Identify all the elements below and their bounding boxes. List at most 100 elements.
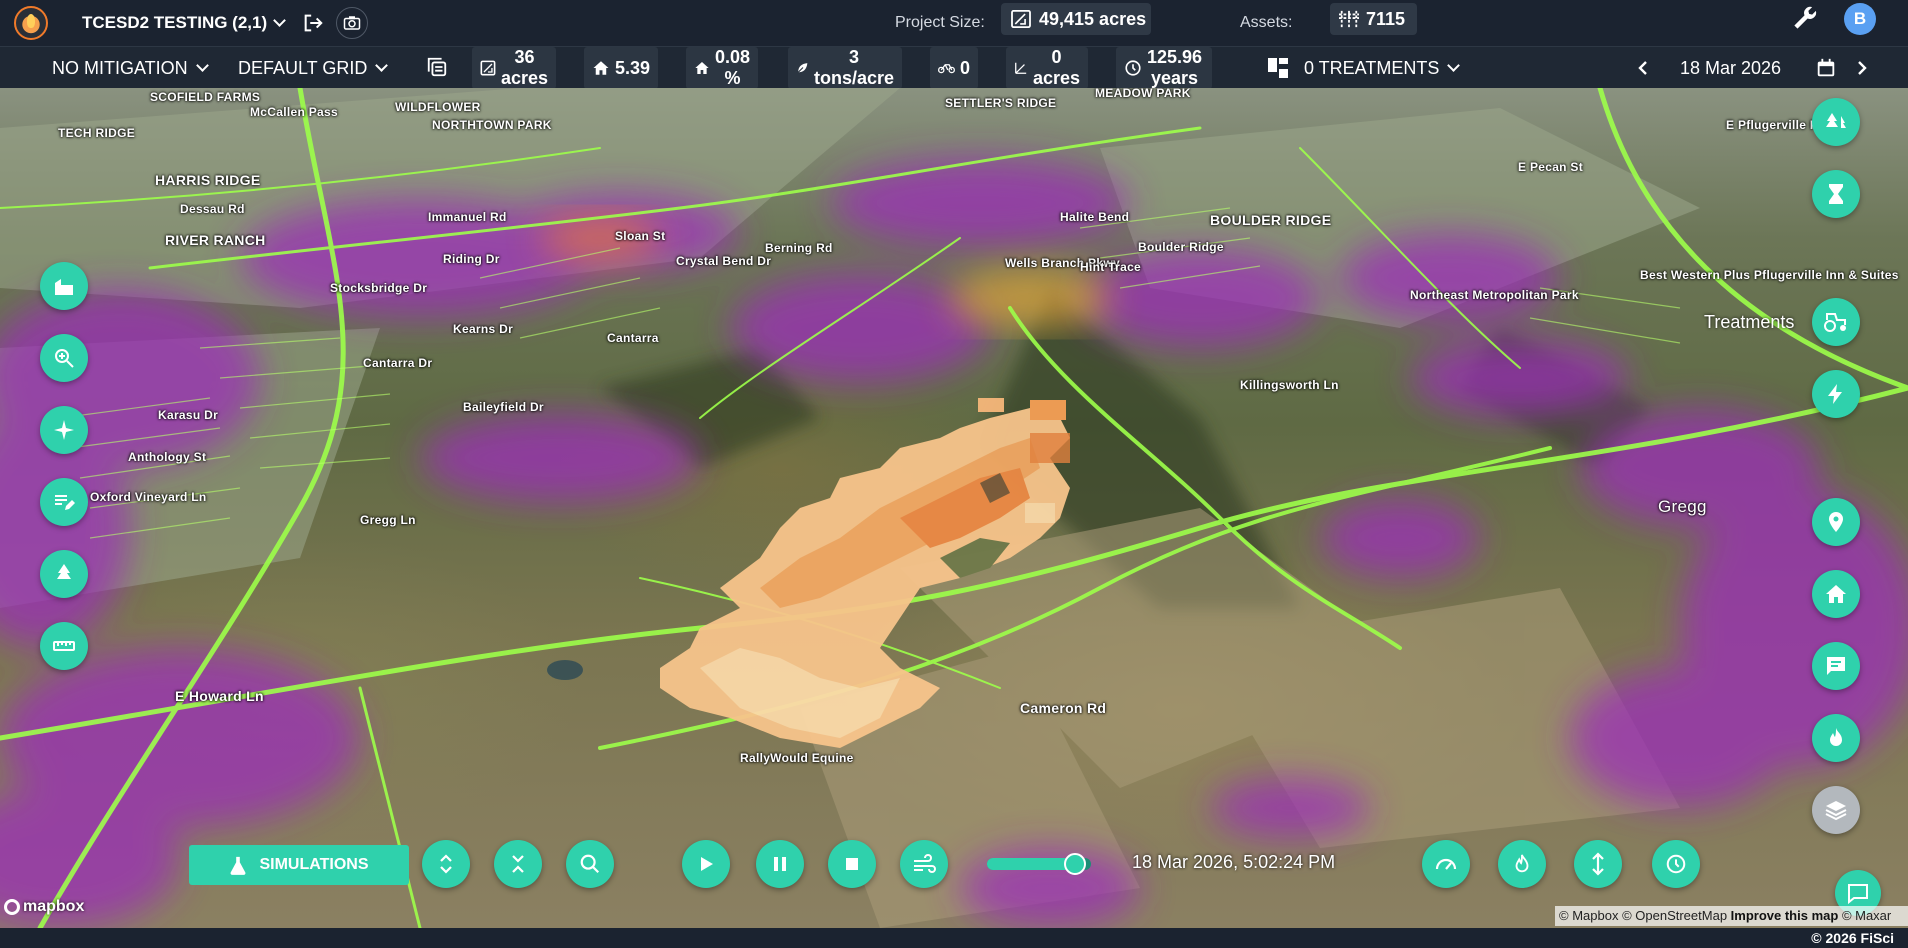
wrench-icon[interactable] xyxy=(1790,3,1822,35)
map-label: Gregg xyxy=(1658,497,1707,516)
map-label: MEADOW PARK xyxy=(1095,88,1191,100)
fisci-logo-icon[interactable] xyxy=(14,6,48,40)
mapbox-logo[interactable]: mapbox xyxy=(4,898,84,916)
tractor-icon xyxy=(1824,313,1846,332)
map-overlay xyxy=(0,88,1908,928)
history-button[interactable] xyxy=(1652,840,1700,888)
chevron-down-icon xyxy=(1447,59,1461,72)
map-label: Immanuel Rd xyxy=(428,210,507,224)
chevron-right-icon[interactable] xyxy=(1855,61,1869,75)
fuel-edit-button[interactable] xyxy=(40,550,88,598)
play-icon xyxy=(701,857,713,871)
mapbox-logo-icon xyxy=(4,899,20,915)
comments-button[interactable] xyxy=(1812,642,1860,690)
project-selector[interactable]: TCESD2 TESTING (2,1) xyxy=(82,8,287,38)
grid-dropdown[interactable]: DEFAULT GRID xyxy=(238,47,389,89)
map-label: Anthology St xyxy=(128,450,207,464)
pause-icon xyxy=(774,857,786,871)
zoom-area-button[interactable] xyxy=(40,334,88,382)
stat-slope-unit: acres xyxy=(1032,68,1080,88)
fuel-layer-button[interactable] xyxy=(1812,98,1860,146)
map-label: Berning Rd xyxy=(765,241,833,255)
area-icon xyxy=(1011,10,1031,28)
attribution-maxar[interactable]: © Maxar xyxy=(1842,908,1891,923)
collapse-button[interactable] xyxy=(494,840,542,888)
edit-list-icon xyxy=(55,495,75,510)
map-label: RallyWould Equine xyxy=(740,751,854,765)
user-avatar[interactable]: B xyxy=(1844,3,1876,35)
map-label: Hint Trace xyxy=(1080,260,1142,274)
project-name: TCESD2 TESTING (2,1) xyxy=(82,13,268,32)
map-label: Kearns Dr xyxy=(453,322,514,336)
map-pin-icon xyxy=(1829,512,1843,532)
map-label: Karasu Dr xyxy=(158,408,219,422)
map-canvas[interactable]: SCOFIELD FARMS TECH RIDGE McCallen Pass … xyxy=(0,88,1908,928)
chevron-left-icon[interactable] xyxy=(1636,61,1650,75)
simulations-button[interactable]: SIMULATIONS xyxy=(189,845,409,885)
map-label: E Howard Ln xyxy=(175,688,264,704)
structures-button[interactable] xyxy=(40,262,88,310)
playback-slider[interactable] xyxy=(987,853,1091,875)
assets-label: Assets: xyxy=(1240,14,1293,31)
fire-button[interactable] xyxy=(1812,714,1860,762)
wind-button[interactable] xyxy=(900,840,948,888)
attribution-osm[interactable]: © OpenStreetMap xyxy=(1622,908,1727,923)
home-button[interactable] xyxy=(1812,570,1860,618)
map-label: Baileyfield Dr xyxy=(463,400,544,414)
map-label: Gregg Ln xyxy=(360,513,416,527)
map-label: Stocksbridge Dr xyxy=(330,281,428,295)
mitigation-dropdown[interactable]: NO MITIGATION xyxy=(52,47,209,89)
fire-icon xyxy=(1515,854,1529,873)
fire-intensity-button[interactable] xyxy=(1498,840,1546,888)
simulation-time: 18 Mar 2026, 5:02:24 PM xyxy=(1132,852,1336,872)
map-label: WILDFLOWER xyxy=(395,100,481,114)
simulations-label: SIMULATIONS xyxy=(259,856,369,873)
current-date: 18 Mar 2026 xyxy=(1680,58,1782,78)
edit-list-button[interactable] xyxy=(40,478,88,526)
copy-layers-icon[interactable] xyxy=(426,56,450,80)
speed-button[interactable] xyxy=(1422,840,1470,888)
stat-years-unit: years xyxy=(1151,68,1199,88)
stat-flame-height: 5.39 xyxy=(584,47,658,89)
attribution-mapbox[interactable]: © Mapbox xyxy=(1559,908,1618,923)
playback-slider-fill xyxy=(987,858,1076,870)
bicycle-icon xyxy=(938,64,955,74)
wind-icon xyxy=(914,854,936,873)
search-button[interactable] xyxy=(566,840,614,888)
map-label: RIVER RANCH xyxy=(165,232,266,248)
flask-icon xyxy=(231,856,246,875)
location-button[interactable] xyxy=(1812,498,1860,546)
vertical-resize-button[interactable] xyxy=(1574,840,1622,888)
expand-button[interactable] xyxy=(422,840,470,888)
exit-icon[interactable] xyxy=(297,7,329,39)
map-label: E Pecan St xyxy=(1518,160,1584,174)
stop-button[interactable] xyxy=(828,840,876,888)
map-label: Oxford Vineyard Ln xyxy=(90,490,207,504)
clock-icon xyxy=(1125,60,1141,76)
camera-icon[interactable] xyxy=(336,7,368,39)
attribution-improve-link[interactable]: Improve this map xyxy=(1731,908,1839,923)
treatments-dropdown[interactable]: 0 TREATMENTS xyxy=(1268,47,1461,89)
pause-button[interactable] xyxy=(756,840,804,888)
calendar-icon[interactable] xyxy=(1815,57,1837,79)
timer-button[interactable] xyxy=(1812,170,1860,218)
stat-burned-acres: 36 acres xyxy=(472,47,556,89)
clock-icon xyxy=(1666,854,1686,874)
power-button[interactable] xyxy=(1812,370,1860,418)
home-icon xyxy=(593,61,609,75)
copyright: © 2026 FiSci xyxy=(1811,930,1894,946)
measure-button[interactable] xyxy=(40,622,88,670)
map-label: Cantarra Dr xyxy=(363,356,433,370)
treatments-button[interactable] xyxy=(1812,298,1860,346)
sparkle-icon xyxy=(54,420,74,440)
layers-button[interactable] xyxy=(1812,786,1860,834)
ignition-button[interactable] xyxy=(40,406,88,454)
fold-icon xyxy=(512,855,524,873)
stat-slope-value: 0 xyxy=(1051,47,1062,67)
unfold-icon xyxy=(440,854,452,874)
play-button[interactable] xyxy=(682,840,730,888)
comment-icon xyxy=(1827,657,1845,675)
home-icon xyxy=(1826,585,1846,603)
map-label: McCallen Pass xyxy=(250,105,338,119)
footer-bar: © 2026 FiSci xyxy=(0,928,1908,948)
